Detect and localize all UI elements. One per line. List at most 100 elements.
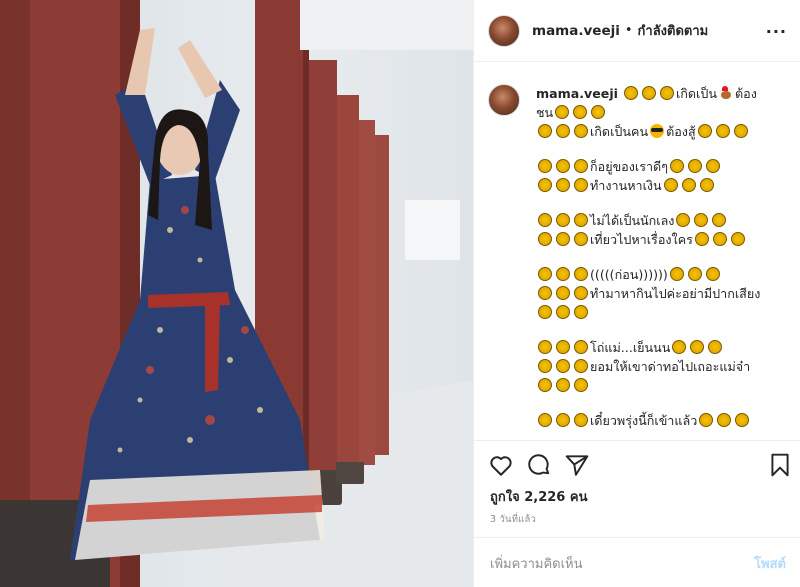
caption-line: เที่ยวไปหาเรื่องใคร	[536, 230, 793, 249]
bookmark-icon[interactable]	[767, 452, 793, 478]
sun-emoji-icon	[574, 178, 588, 192]
sun-emoji-icon	[574, 340, 588, 354]
sun-emoji-icon	[708, 340, 723, 354]
sun-emoji-icon	[538, 378, 552, 392]
sun-emoji-icon	[556, 124, 570, 138]
sun-emoji-icon	[712, 213, 727, 227]
sun-emoji-icon	[672, 340, 687, 354]
sun-emoji-icon	[538, 305, 552, 319]
share-icon[interactable]	[564, 452, 590, 478]
sun-emoji-icon	[730, 232, 745, 246]
sun-emoji-icon	[538, 159, 552, 173]
caption-line: ไม่ได้เป็นนักเลง	[536, 211, 793, 230]
heart-icon[interactable]	[488, 452, 514, 478]
follow-status-button[interactable]: กำลังติดตาม	[638, 20, 709, 41]
caption-line-text: ยอมให้เขาด่าทอไปเถอะแม่จ๋า	[590, 359, 751, 374]
more-options-icon[interactable]: ···	[766, 22, 787, 41]
sun-emoji-icon	[556, 178, 570, 192]
caption-line-text: ชน	[536, 105, 554, 120]
sun-emoji-icon	[712, 232, 727, 246]
sun-emoji-icon	[574, 213, 588, 227]
caption-line: mama.veeji เกิดเป็น ต้อง	[536, 84, 793, 103]
caption-gap	[536, 395, 793, 411]
sun-emoji-icon	[555, 105, 570, 119]
sun-emoji-icon	[705, 159, 720, 173]
sun-emoji-icon	[690, 340, 705, 354]
caption-line	[536, 376, 793, 395]
caption-avatar[interactable]	[488, 84, 520, 116]
sun-emoji-icon	[681, 178, 696, 192]
caption-line-text: โถ่แม่...เย็นนน	[590, 340, 671, 355]
sun-emoji-icon	[669, 267, 684, 281]
header-username[interactable]: mama.veeji	[532, 23, 620, 39]
caption-username[interactable]: mama.veeji	[536, 86, 618, 101]
comment-input[interactable]: เพิ่มความคิดเห็น	[490, 553, 583, 574]
sun-emoji-icon	[538, 286, 552, 300]
post-comment-button[interactable]: โพสต์	[754, 553, 786, 574]
sun-emoji-icon	[538, 232, 552, 246]
sun-emoji-icon	[699, 178, 714, 192]
sun-emoji-icon	[697, 124, 712, 138]
caption-line-text: ไม่ได้เป็นนักเลง	[590, 213, 675, 228]
caption-line-text: ก็อยู่ของเราดีๆ	[590, 159, 668, 174]
action-bar	[488, 452, 793, 480]
sun-emoji-icon	[556, 213, 570, 227]
instagram-post: mama.veeji • กำลังติดตาม ··· mama.veeji เ…	[0, 0, 800, 587]
sun-emoji-icon	[676, 213, 691, 227]
caption-text: mama.veeji เกิดเป็น ต้องชนเกิดเป็นคน ต้องสู…	[536, 84, 793, 434]
sun-emoji-icon	[556, 267, 570, 281]
caption-line	[536, 303, 793, 322]
sun-emoji-icon	[715, 124, 730, 138]
post-photo[interactable]	[0, 0, 473, 587]
likes-count[interactable]: ถูกใจ 2,226 คน	[490, 486, 587, 507]
post-timestamp[interactable]: 3 วันที่แล้ว	[490, 512, 536, 527]
sun-emoji-icon	[556, 413, 570, 427]
sun-emoji-icon	[574, 286, 588, 300]
sun-emoji-icon	[574, 267, 588, 281]
sun-emoji-icon	[669, 159, 684, 173]
sun-emoji-icon	[574, 124, 588, 138]
sun-emoji-icon	[705, 267, 720, 281]
caption-line: เดี๋ยวพรุ่งนี้ก็เข้าแล้ว	[536, 411, 793, 430]
sun-emoji-icon	[735, 413, 750, 427]
caption-line-tail: ต้อง	[734, 86, 757, 101]
sun-emoji-icon	[717, 413, 732, 427]
caption-line-tail: ต้องสู้	[666, 124, 696, 139]
avatar[interactable]	[488, 14, 520, 47]
sun-emoji-icon	[574, 232, 588, 246]
caption-line: (((((ก่อน))))))	[536, 265, 793, 284]
sun-emoji-icon	[573, 105, 588, 119]
sun-emoji-icon	[623, 86, 638, 100]
sun-emoji-icon	[556, 378, 570, 392]
caption-line: โถ่แม่...เย็นนน	[536, 338, 793, 357]
header-separator: •	[624, 23, 633, 38]
sun-emoji-icon	[538, 267, 552, 281]
sun-emoji-icon	[538, 124, 552, 138]
sun-emoji-icon	[687, 159, 702, 173]
sun-emoji-icon	[556, 286, 570, 300]
caption-line-text: ทำงานหาเงิน	[590, 178, 662, 193]
caption-line-text: เดี๋ยวพรุ่งนี้ก็เข้าแล้ว	[590, 413, 698, 428]
sun-emoji-icon	[687, 267, 702, 281]
caption-gap	[536, 195, 793, 211]
sun-emoji-icon	[538, 178, 552, 192]
sun-emoji-icon	[556, 305, 570, 319]
sun-emoji-icon	[538, 340, 552, 354]
sun-emoji-icon	[556, 340, 570, 354]
sun-emoji-icon	[556, 159, 570, 173]
sun-emoji-icon	[591, 105, 606, 119]
glasses-emoji-icon	[650, 124, 665, 138]
caption-line-text: เที่ยวไปหาเรื่องใคร	[590, 232, 693, 247]
caption-line-text: เกิดเป็นคน	[590, 124, 649, 139]
divider	[474, 537, 800, 538]
sun-emoji-icon	[574, 159, 588, 173]
sun-emoji-icon	[574, 413, 588, 427]
sun-emoji-icon	[538, 413, 552, 427]
sun-emoji-icon	[556, 232, 570, 246]
caption-line: เกิดเป็นคน ต้องสู้	[536, 122, 793, 141]
sun-emoji-icon	[663, 178, 678, 192]
post-side-panel: mama.veeji • กำลังติดตาม ··· mama.veeji เ…	[473, 0, 800, 587]
comment-icon[interactable]	[526, 452, 552, 478]
caption-line: ก็อยู่ของเราดีๆ	[536, 157, 793, 176]
sun-emoji-icon	[733, 124, 748, 138]
